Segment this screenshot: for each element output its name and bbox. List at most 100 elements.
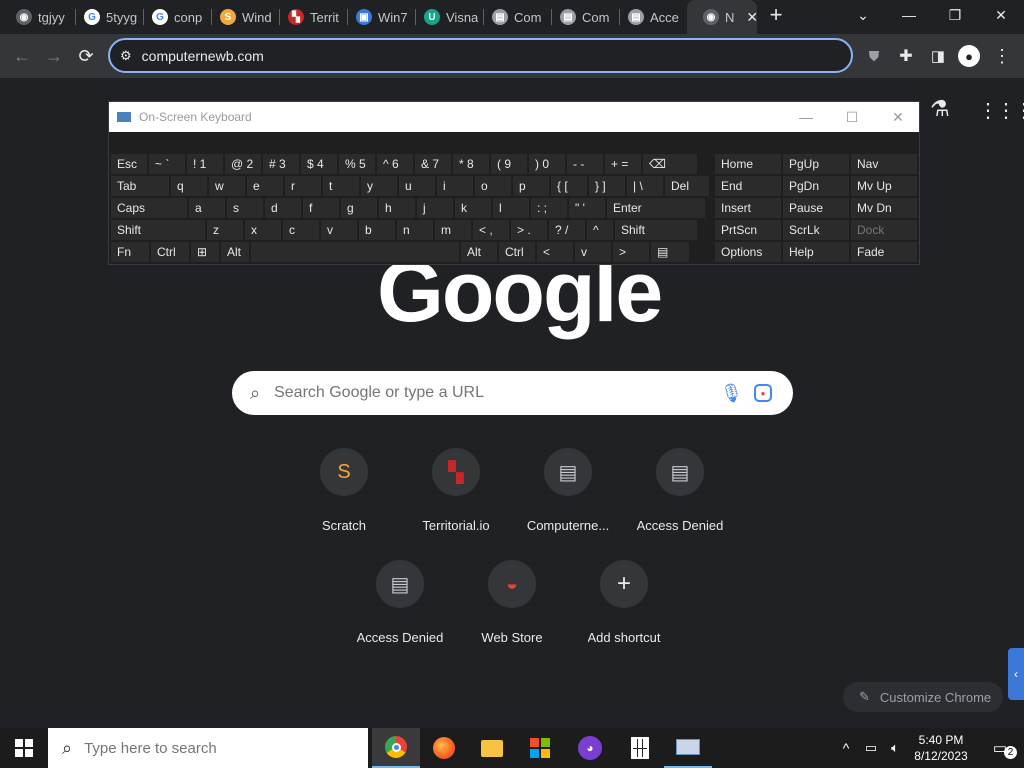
shortcut-tile[interactable]: S Scratch <box>288 440 400 540</box>
back-button[interactable]: ← <box>8 42 36 70</box>
ublock-icon[interactable]: ⛊ <box>860 42 888 70</box>
side-panel-icon[interactable]: ◨ <box>924 42 952 70</box>
osk-key[interactable]: m <box>435 220 471 240</box>
calculator-taskbar-icon[interactable] <box>616 728 664 768</box>
osk-key[interactable]: v <box>321 220 357 240</box>
osk-key[interactable]: ^ <box>587 220 613 240</box>
osk-key[interactable]: b <box>359 220 395 240</box>
osk-key[interactable]: < , <box>473 220 509 240</box>
osk-key[interactable]: w <box>209 176 245 196</box>
osk-key[interactable]: Caps <box>111 198 187 218</box>
customize-chrome-button[interactable]: ✎ Customize Chrome <box>843 682 1003 712</box>
osk-key[interactable]: Alt <box>461 242 497 262</box>
file-explorer-taskbar-icon[interactable] <box>468 728 516 768</box>
store-taskbar-icon[interactable] <box>516 728 564 768</box>
osk-nav-key[interactable]: Options <box>715 242 781 262</box>
address-bar[interactable]: ⚙ <box>108 38 853 73</box>
osk-key[interactable]: > . <box>511 220 547 240</box>
osk-key[interactable]: e <box>247 176 283 196</box>
osk-key[interactable]: } ] <box>589 176 625 196</box>
restore-button[interactable]: ❐ <box>932 0 978 30</box>
lens-icon[interactable]: ● <box>754 384 772 402</box>
osk-key[interactable]: ⊞ <box>191 242 219 262</box>
shortcut-tile[interactable]: ◒ Web Store <box>456 552 568 652</box>
osk-key[interactable]: q <box>171 176 207 196</box>
osk-key[interactable]: g <box>341 198 377 218</box>
profile-avatar[interactable]: ● <box>955 42 983 70</box>
tab[interactable]: G conp <box>136 0 212 34</box>
osk-key[interactable]: $ 4 <box>301 154 337 174</box>
maximize-button[interactable]: ☐ <box>829 102 875 132</box>
osk-key[interactable]: t <box>323 176 359 196</box>
shortcut-tile[interactable]: ▤ Access Denied <box>624 440 736 540</box>
osk-key[interactable]: ! 1 <box>187 154 223 174</box>
osk-key[interactable]: Shift <box>111 220 205 240</box>
osk-key[interactable]: % 5 <box>339 154 375 174</box>
osk-title-bar[interactable]: On-Screen Keyboard — ☐ ✕ <box>109 102 919 132</box>
osk-key[interactable]: r <box>285 176 321 196</box>
tab[interactable]: ▤ Acce <box>612 0 688 34</box>
osk-key[interactable]: Ctrl <box>151 242 189 262</box>
osk-nav-key[interactable]: ScrLk <box>783 220 849 240</box>
osk-key[interactable]: a <box>189 198 225 218</box>
osk-key[interactable]: ) 0 <box>529 154 565 174</box>
osk-key[interactable]: | \ <box>627 176 663 196</box>
osk-key[interactable]: ⌫ <box>643 154 697 174</box>
osk-key[interactable]: & 7 <box>415 154 451 174</box>
osk-nav-key[interactable]: PgDn <box>783 176 849 196</box>
osk-nav-key[interactable]: Dock <box>851 220 917 240</box>
tab[interactable]: ▤ Com <box>476 0 552 34</box>
osk-key[interactable]: > <box>613 242 649 262</box>
add-shortcut-tile[interactable]: + Add shortcut <box>568 552 680 652</box>
osk-key[interactable]: < <box>537 242 573 262</box>
notifications-button[interactable]: ▭ 2 <box>976 728 1024 768</box>
osk-nav-key[interactable]: Home <box>715 154 781 174</box>
extensions-icon[interactable]: ✚ <box>892 42 920 70</box>
osk-key[interactable]: @ 2 <box>225 154 261 174</box>
osk-key[interactable]: x <box>245 220 281 240</box>
taskbar-search-input[interactable] <box>84 739 345 757</box>
osk-nav-key[interactable]: PgUp <box>783 154 849 174</box>
osk-key[interactable]: f <box>303 198 339 218</box>
osk-key[interactable]: l <box>493 198 529 218</box>
osk-key[interactable]: d <box>265 198 301 218</box>
osk-key[interactable]: v <box>575 242 611 262</box>
forward-button[interactable]: → <box>40 42 68 70</box>
shortcut-tile[interactable]: ▤ Computerne... <box>512 440 624 540</box>
osk-key[interactable]: Ctrl <box>499 242 535 262</box>
tab[interactable]: U Visna <box>408 0 484 34</box>
osk-key[interactable]: * 8 <box>453 154 489 174</box>
osk-nav-key[interactable]: Fade <box>851 242 917 262</box>
reload-button[interactable]: ⟳ <box>72 42 100 70</box>
osk-key[interactable]: Esc <box>111 154 147 174</box>
osk-key[interactable]: Fn <box>111 242 149 262</box>
minimize-button[interactable]: — <box>783 102 829 132</box>
osk-nav-key[interactable]: Insert <box>715 198 781 218</box>
tab[interactable]: ▤ Com <box>544 0 620 34</box>
minimize-button[interactable]: — <box>886 0 932 30</box>
osk-key[interactable]: Shift <box>615 220 697 240</box>
tab[interactable]: ▣ Win7 <box>340 0 416 34</box>
osk-nav-key[interactable]: Mv Up <box>851 176 917 196</box>
osk-key[interactable]: p <box>513 176 549 196</box>
tab-search-chevron-icon[interactable]: ⌄ <box>840 0 886 30</box>
osk-nav-key[interactable]: PrtScn <box>715 220 781 240</box>
start-button[interactable] <box>0 728 48 768</box>
osk-key[interactable]: - - <box>567 154 603 174</box>
osk-key[interactable]: c <box>283 220 319 240</box>
volume-icon[interactable]: 🔈︎ <box>884 728 906 768</box>
close-button[interactable]: ✕ <box>875 102 921 132</box>
osk-key[interactable]: Tab <box>111 176 169 196</box>
search-input[interactable] <box>274 384 695 402</box>
osk-key[interactable]: y <box>361 176 397 196</box>
osk-key[interactable]: s <box>227 198 263 218</box>
osk-key[interactable]: h <box>379 198 415 218</box>
tab[interactable]: ◉ tgjyy <box>0 0 76 34</box>
side-panel-toggle[interactable]: ‹ <box>1008 648 1024 700</box>
osk-nav-key[interactable]: End <box>715 176 781 196</box>
osk-nav-key[interactable]: Help <box>783 242 849 262</box>
osk-key[interactable]: ~ ` <box>149 154 185 174</box>
network-icon[interactable]: ▭ <box>860 728 882 768</box>
osk-key[interactable]: ? / <box>549 220 585 240</box>
osk-key[interactable]: k <box>455 198 491 218</box>
